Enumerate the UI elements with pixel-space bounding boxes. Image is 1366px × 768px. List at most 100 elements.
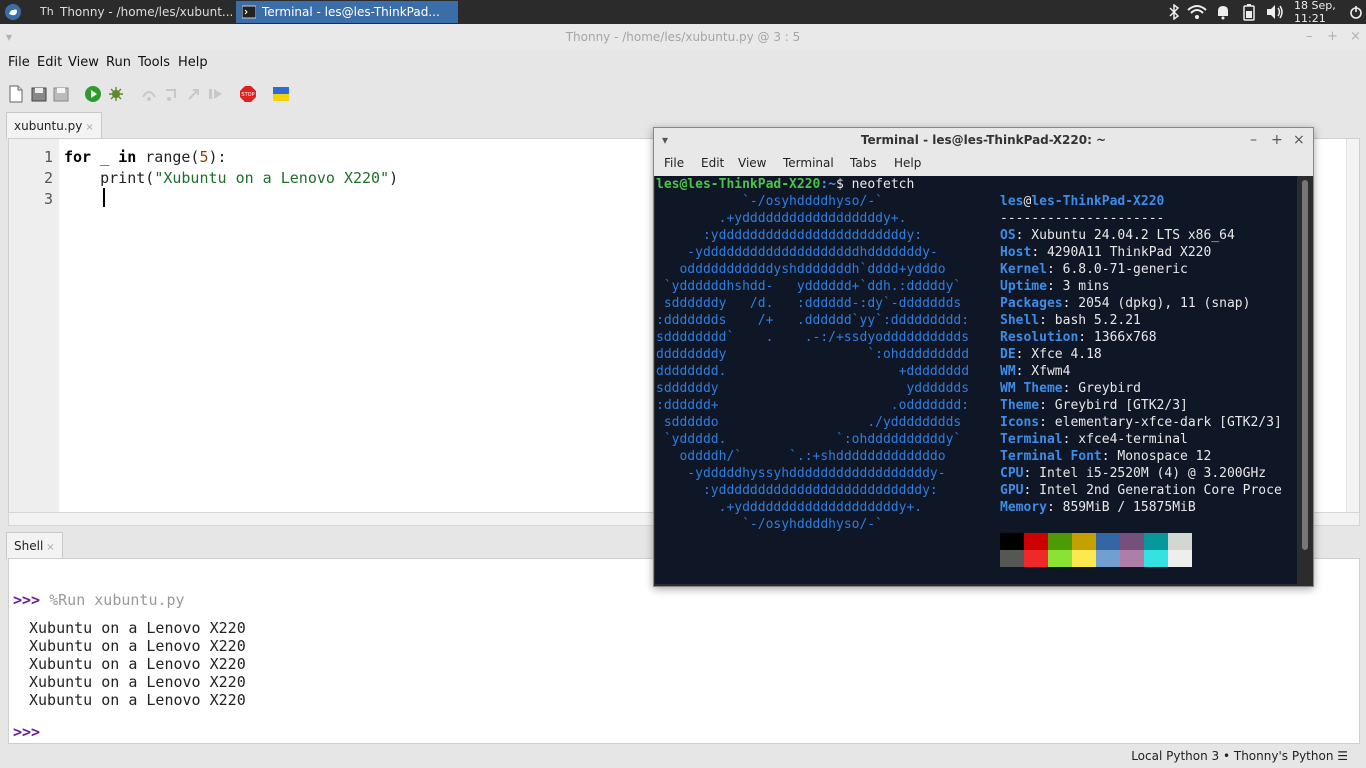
run-icon[interactable] [84,85,102,103]
code-line: print("Xubuntu on a Lenovo X220") [64,169,399,187]
shell-command-line: >>> %Run xubuntu.py [13,591,185,609]
shell-tab-label: Shell [14,539,44,553]
step-out-icon[interactable] [185,85,203,103]
info-key: Shell [1000,313,1040,328]
info-value: : xfce4-terminal [1062,432,1188,447]
info-value: : 3 mins [1046,279,1110,294]
info-key: GPU [1000,483,1024,498]
window-title: Thonny - /home/les/xubuntu.py @ 3 : 5 [565,30,801,44]
resume-icon[interactable] [207,85,225,103]
logo-line: sdddddo ./ydddddddds [656,415,962,430]
terminal-scrollbar[interactable] [1298,176,1312,584]
maximize-icon[interactable]: + [1327,24,1338,50]
battery-icon[interactable] [1242,0,1256,24]
close-tab-icon[interactable]: × [85,122,93,133]
window-menu-icon[interactable]: ▾ [6,24,12,50]
thonny-app-icon: Th [40,5,54,18]
shell-output-line: Xubuntu on a Lenovo X220 [29,637,246,655]
menu-file[interactable]: File [8,55,30,70]
shell-prompt[interactable]: >>> [13,723,40,741]
xfce-menu-icon[interactable] [4,3,22,21]
editor-tab[interactable]: xubuntu.py × [6,112,102,139]
info-key: DE [1000,347,1016,362]
taskbar-item-thonny[interactable]: Th Thonny - /home/les/xubunt... [34,1,256,23]
menu-help[interactable]: Help [894,156,921,170]
volume-icon[interactable] [1266,0,1284,24]
info-key: Memory [1000,500,1047,515]
logo-line: `yddddd. `:ohddddddddddy` [656,432,962,447]
color-swatch [1000,533,1024,550]
wifi-icon[interactable] [1187,0,1207,24]
window-menu-icon[interactable]: ▾ [662,128,668,152]
status-bar: Local Python 3 • Thonny's Python ☰ [0,746,1366,768]
menu-tabs[interactable]: Tabs [850,156,877,170]
neofetch-info-row: DE: Xfce 4.18 [1000,346,1102,363]
save-icon[interactable] [52,85,70,103]
minimize-icon[interactable]: – [1250,128,1257,152]
shell-output-line: Xubuntu on a Lenovo X220 [29,691,246,709]
color-swatch [1144,533,1168,550]
info-key: OS [1000,228,1016,243]
terminal-output[interactable]: les@les-ThinkPad-X220:~$ neofetch `-/osy… [655,176,1297,584]
menu-tools[interactable]: Tools [138,55,170,70]
thonny-toolbar: STOP [0,80,1366,108]
power-icon[interactable] [1349,0,1363,24]
shell-output-line: Xubuntu on a Lenovo X220 [29,673,246,691]
maximize-icon[interactable]: + [1271,128,1283,152]
logo-line: :ddddddds /+ .dddddd`yy`:ddddddddd: [656,313,970,328]
logo-line: .+yddddddddddddddddddddy+. [656,500,923,515]
color-swatch [1024,550,1048,567]
color-swatch [1072,550,1096,567]
line-number: 1 [43,148,53,166]
menu-view[interactable]: View [738,156,766,170]
terminal-titlebar[interactable]: ▾ Terminal - les@les-ThinkPad-X220: ~ – … [654,128,1313,152]
menu-terminal[interactable]: Terminal [783,156,834,170]
color-swatch [1000,550,1024,567]
neofetch-info-row: Resolution: 1366x768 [1000,329,1157,346]
neofetch-info-row: Icons: elementary-xfce-dark [GTK2/3] [1000,414,1282,431]
menu-file[interactable]: File [664,156,684,170]
minimize-icon[interactable]: – [1306,24,1313,50]
info-value: : bash 5.2.21 [1039,313,1141,328]
taskbar-item-terminal[interactable]: Terminal - les@les-ThinkPad... [236,1,458,23]
close-icon[interactable]: × [1350,24,1361,50]
editor-vertical-scrollbar[interactable] [1346,139,1359,513]
new-file-icon[interactable] [7,85,25,103]
logo-line: `-/osyhddddhyso/-` [656,517,883,532]
info-value: : 2054 (dpkg), 11 (snap) [1062,296,1251,311]
terminal-window[interactable]: ▾ Terminal - les@les-ThinkPad-X220: ~ – … [653,127,1314,587]
menu-run[interactable]: Run [106,55,131,70]
step-into-icon[interactable] [163,85,181,103]
info-value: : Intel 2nd Generation Core Proce [1023,483,1282,498]
code-line: for _ in range(5): [64,148,227,166]
menu-view[interactable]: View [68,55,99,70]
menu-edit[interactable]: Edit [701,156,724,170]
neofetch-info-row: Terminal Font: Monospace 12 [1000,448,1211,465]
logo-line: :dddddd+ .oddddddd: [656,398,970,413]
bluetooth-icon[interactable] [1168,0,1180,24]
thonny-titlebar[interactable]: ▾ Thonny - /home/les/xubuntu.py @ 3 : 5 … [0,24,1366,50]
shell-output-line: Xubuntu on a Lenovo X220 [29,655,246,673]
svg-text:STOP: STOP [241,92,254,98]
close-tab-icon[interactable]: × [46,542,54,553]
close-icon[interactable]: × [1293,128,1305,152]
stop-icon[interactable]: STOP [239,85,257,103]
logo-line: `yddddddhshdd- ydddddd+`ddh.:dddddy` [656,279,962,294]
step-over-icon[interactable] [140,85,158,103]
ukraine-flag-icon[interactable] [272,85,290,103]
notifications-bell-icon[interactable] [1215,0,1231,24]
menu-edit[interactable]: Edit [37,55,62,70]
logo-line: :yddddddddddddddddddddddddy: [656,228,923,243]
open-file-icon[interactable] [30,85,48,103]
interpreter-selector[interactable]: Local Python 3 • Thonny's Python ☰ [1131,749,1348,763]
info-key: Terminal Font [1000,449,1102,464]
shell-tab[interactable]: Shell × [6,532,63,559]
neofetch-info-row: Kernel: 6.8.0-71-generic [1000,261,1188,278]
menu-help[interactable]: Help [178,55,208,70]
scrollbar-thumb[interactable] [1302,180,1308,550]
color-swatch [1096,533,1120,550]
logo-line: `-/osyhddddhyso/-` [656,194,883,209]
info-value: : 4290A11 ThinkPad X220 [1031,245,1212,260]
neofetch-info-row: WM: Xfwm4 [1000,363,1070,380]
debug-icon[interactable] [107,85,125,103]
